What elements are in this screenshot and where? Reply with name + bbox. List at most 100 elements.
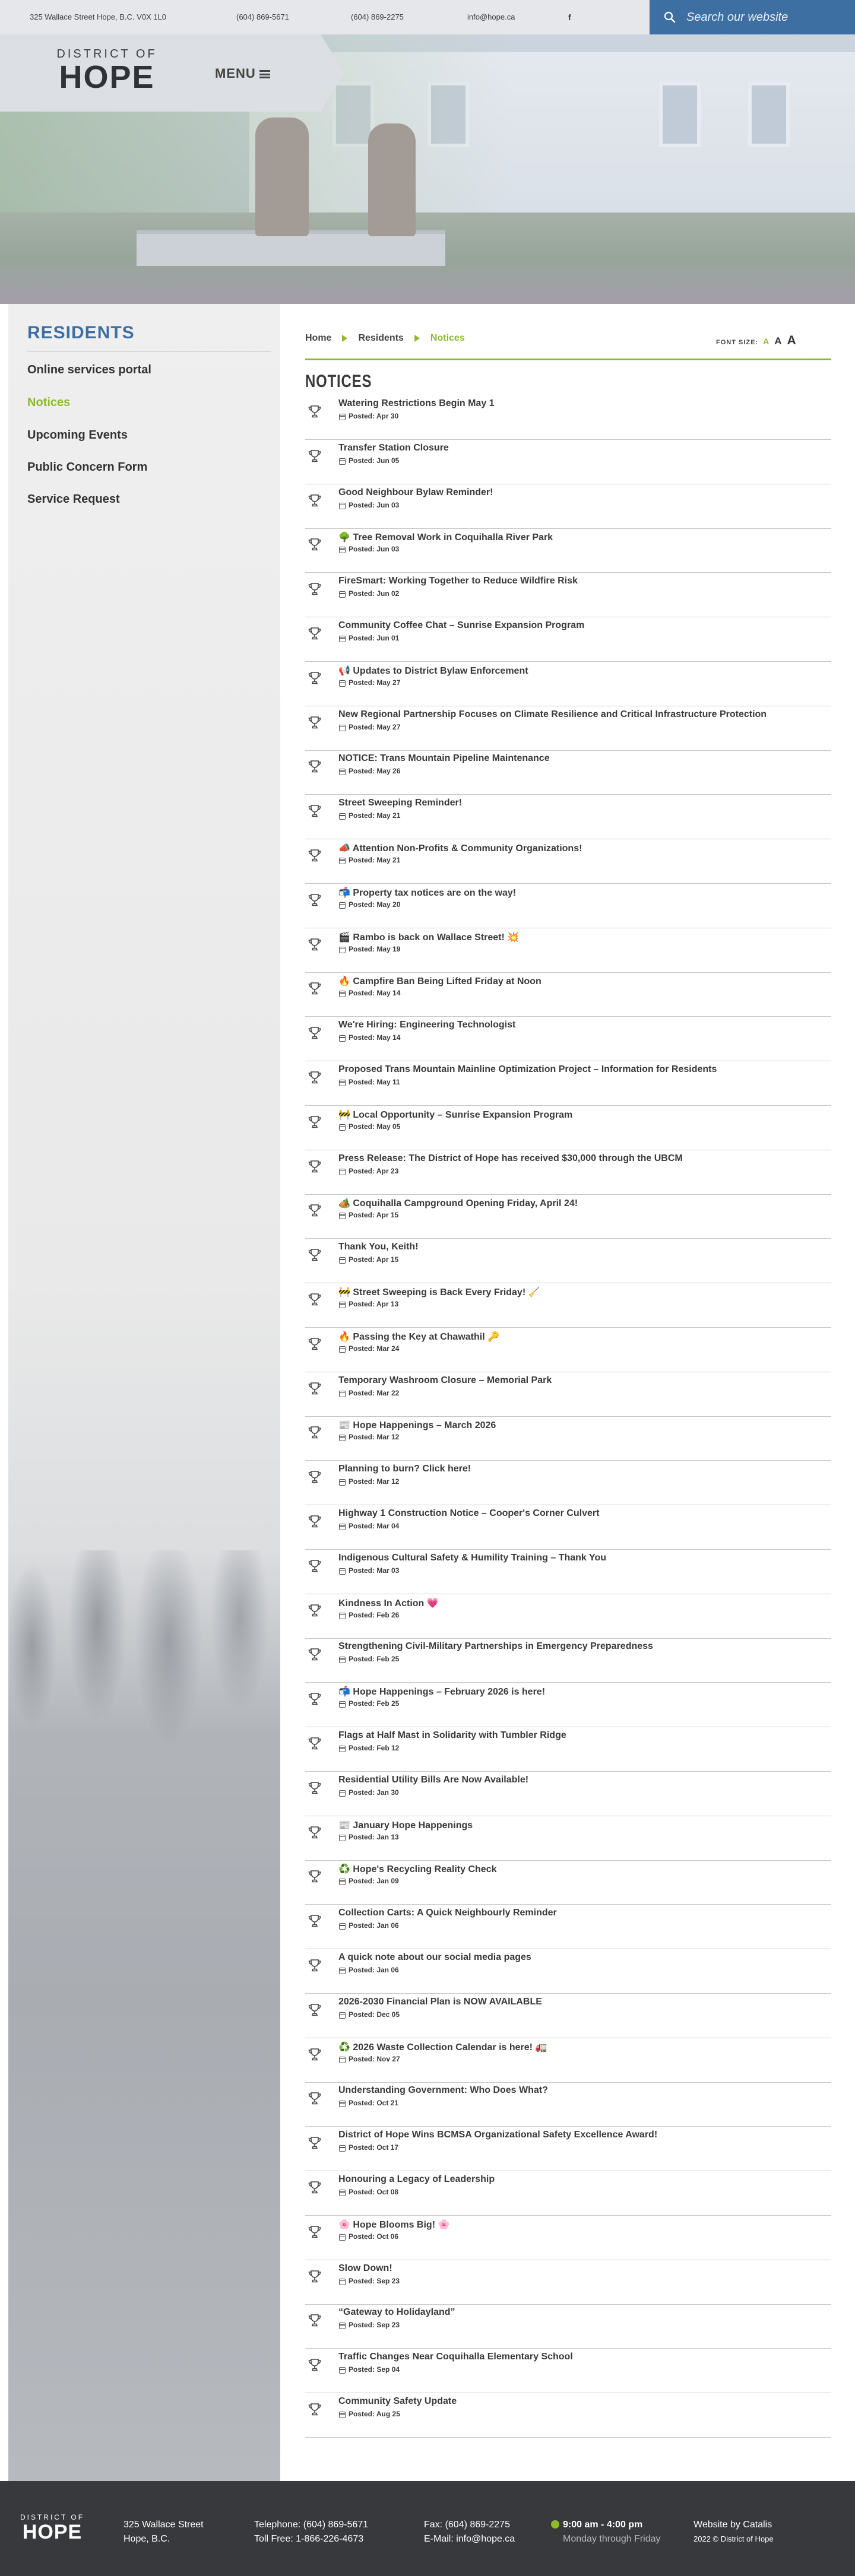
notice-title-link[interactable]: 📬 Hope Happenings – February 2026 is her… [338,1686,545,1698]
notice-row[interactable]: Planning to burn? Click here! Posted: Mar… [305,1461,831,1506]
notice-row[interactable]: NOTICE: Trans Mountain Pipeline Maintena… [305,750,831,795]
notice-title-link[interactable]: NOTICE: Trans Mountain Pipeline Maintena… [338,753,550,764]
footer-tollfree-link[interactable]: Toll Free: 1-866-226-4673 [254,2532,368,2546]
notice-title-link[interactable]: Planning to burn? Click here! [338,1464,471,1474]
notice-title-link[interactable]: 🏕️ Coquihalla Campground Opening Friday,… [338,1197,578,1209]
notice-row[interactable]: ♻️ Hope's Recycling Reality Check Posted:… [305,1860,831,1905]
notice-row[interactable]: Press Release: The District of Hope has … [305,1150,831,1195]
notice-title-link[interactable]: Watering Restrictions Begin May 1 [338,398,495,409]
notice-title-link[interactable]: Good Neighbour Bylaw Reminder! [338,487,493,498]
notice-title-link[interactable]: Transfer Station Closure [338,443,449,453]
notice-row[interactable]: A quick note about our social media page… [305,1949,831,1994]
footer-credit-link[interactable]: Website by Catalis [694,2518,774,2532]
notice-title-link[interactable]: ♻️ 2026 Waste Collection Calendar is her… [338,2041,547,2053]
notice-row[interactable]: 📬 Property tax notices are on the way! Po… [305,884,831,928]
search-icon[interactable] [664,11,676,23]
notice-row[interactable]: Slow Down! Posted: Sep 23 [305,2260,831,2305]
notice-title-link[interactable]: Residential Utility Bills Are Now Availa… [338,1775,528,1785]
notice-row[interactable]: 📰 Hope Happenings – March 2026 Posted: Ma… [305,1416,831,1461]
breadcrumb-residents[interactable]: Residents [358,333,403,343]
notice-title-link[interactable]: 📣 Attention Non-Profits & Community Orga… [338,842,582,854]
notice-row[interactable]: Highway 1 Construction Notice – Cooper's… [305,1505,831,1550]
district-logo[interactable]: DISTRICT OF HOPE [52,47,162,107]
notice-title-link[interactable]: 🚧 Street Sweeping is Back Every Friday! … [338,1286,540,1298]
notice-row[interactable]: 🔥 Passing the Key at Chawathil 🔑 Posted: … [305,1328,831,1372]
notice-title-link[interactable]: Indigenous Cultural Safety & Humility Tr… [338,1553,606,1563]
search-input[interactable] [686,6,847,28]
notice-title-link[interactable]: Understanding Government: Who Does What? [338,2085,548,2096]
notice-row[interactable]: 🔥 Campfire Ban Being Lifted Friday at No… [305,972,831,1017]
notice-title-link[interactable]: Slow Down! [338,2263,392,2274]
notice-row[interactable]: Flags at Half Mast in Solidarity with Tu… [305,1727,831,1772]
notice-title-link[interactable]: District of Hope Wins BCMSA Organization… [338,2130,657,2140]
notice-title-link[interactable]: 🌸 Hope Blooms Big! 🌸 [338,2219,449,2231]
notice-title-link[interactable]: Strengthening Civil-Military Partnership… [338,1641,653,1652]
notice-row[interactable]: Understanding Government: Who Does What?… [305,2082,831,2127]
font-size-small-button[interactable]: A [763,337,770,346]
notice-title-link[interactable]: Flags at Half Mast in Solidarity with Tu… [338,1730,566,1741]
notice-row[interactable]: 🚧 Local Opportunity – Sunrise Expansion … [305,1106,831,1150]
fax-link[interactable]: (604) 869-2275 [351,0,404,34]
footer-email-link[interactable]: E-Mail: info@hope.ca [424,2532,515,2546]
phone-link[interactable]: (604) 869-5671 [236,0,289,34]
notice-row[interactable]: Community Safety Update Posted: Aug 25 [305,2393,831,2438]
notice-title-link[interactable]: We're Hiring: Engineering Technologist [338,1020,515,1030]
notice-title-link[interactable]: Thank You, Keith! [338,1242,419,1252]
facebook-icon[interactable]: f [568,0,571,34]
notice-title-link[interactable]: 🎬 Rambo is back on Wallace Street! 💥 [338,931,519,943]
sidebar-item-online-services[interactable]: Online services portal [27,363,151,377]
notice-row[interactable]: Residential Utility Bills Are Now Availa… [305,1772,831,1816]
notice-row[interactable]: Traffic Changes Near Coquihalla Elementa… [305,2349,831,2394]
notice-title-link[interactable]: New Regional Partnership Focuses on Clim… [338,709,767,720]
notice-row[interactable]: We're Hiring: Engineering Technologist Po… [305,1017,831,1062]
font-size-large-button[interactable]: A [787,334,797,348]
notice-title-link[interactable]: Traffic Changes Near Coquihalla Elementa… [338,2352,573,2362]
notice-row[interactable]: New Regional Partnership Focuses on Clim… [305,706,831,751]
notice-row[interactable]: Community Coffee Chat – Sunrise Expansio… [305,617,831,662]
notice-row[interactable]: “Gateway to Holidayland” Posted: Sep 23 [305,2304,831,2349]
notice-title-link[interactable]: Temporary Washroom Closure – Memorial Pa… [338,1375,552,1386]
notice-row[interactable]: 📣 Attention Non-Profits & Community Orga… [305,839,831,884]
notice-row[interactable]: 🌸 Hope Blooms Big! 🌸 Posted: Oct 06 [305,2216,831,2260]
search-box[interactable] [650,0,855,34]
notice-title-link[interactable]: Collection Carts: A Quick Neighbourly Re… [338,1908,557,1918]
notice-row[interactable]: Proposed Trans Mountain Mainline Optimiz… [305,1061,831,1106]
notice-row[interactable]: 🎬 Rambo is back on Wallace Street! 💥 Post… [305,928,831,973]
notice-title-link[interactable]: Community Coffee Chat – Sunrise Expansio… [338,620,584,631]
notice-row[interactable]: 🌳 Tree Removal Work in Coquihalla River … [305,528,831,573]
notice-title-link[interactable]: Press Release: The District of Hope has … [338,1153,683,1164]
footer-telephone-link[interactable]: Telephone: (604) 869-5671 [254,2518,368,2532]
notice-row[interactable]: 2026-2030 Financial Plan is NOW AVAILABL… [305,1994,831,2038]
font-size-medium-button[interactable]: A [774,335,782,347]
notice-title-link[interactable]: Highway 1 Construction Notice – Cooper's… [338,1508,599,1519]
sidebar-item-service-request[interactable]: Service Request [27,493,120,506]
notice-title-link[interactable]: Street Sweeping Reminder! [338,798,462,808]
notice-row[interactable]: 🚧 Street Sweeping is Back Every Friday! … [305,1283,831,1328]
notice-title-link[interactable]: 📢 Updates to District Bylaw Enforcement [338,665,528,677]
notice-row[interactable]: Good Neighbour Bylaw Reminder! Posted: Ju… [305,484,831,529]
notice-row[interactable]: Honouring a Legacy of Leadership Posted: … [305,2171,831,2216]
notice-row[interactable]: Kindness In Action 💗 Posted: Feb 26 [305,1594,831,1639]
notice-title-link[interactable]: 📰 January Hope Happenings [338,1819,473,1831]
notice-title-link[interactable]: A quick note about our social media page… [338,1952,531,1963]
notice-row[interactable]: 🏕️ Coquihalla Campground Opening Friday,… [305,1194,831,1239]
notice-row[interactable]: Transfer Station Closure Posted: Jun 05 [305,440,831,484]
notice-title-link[interactable]: Kindness In Action 💗 [338,1597,439,1609]
sidebar-item-notices[interactable]: Notices [27,396,70,410]
sidebar-item-upcoming-events[interactable]: Upcoming Events [27,429,128,442]
notice-row[interactable]: Strengthening Civil-Military Partnership… [305,1638,831,1683]
notice-title-link[interactable]: “Gateway to Holidayland” [338,2307,455,2318]
notice-title-link[interactable]: 🚧 Local Opportunity – Sunrise Expansion … [338,1109,572,1121]
notice-title-link[interactable]: Proposed Trans Mountain Mainline Optimiz… [338,1064,717,1075]
notice-row[interactable]: Thank You, Keith! Posted: Apr 15 [305,1239,831,1284]
menu-button[interactable]: MENU [215,63,270,84]
notice-row[interactable]: Street Sweeping Reminder! Posted: May 21 [305,795,831,840]
notice-row[interactable]: District of Hope Wins BCMSA Organization… [305,2127,831,2172]
notice-title-link[interactable]: Honouring a Legacy of Leadership [338,2174,495,2185]
notice-row[interactable]: 📰 January Hope Happenings Posted: Jan 13 [305,1816,831,1861]
notice-title-link[interactable]: FireSmart: Working Together to Reduce Wi… [338,576,578,586]
notice-row[interactable]: FireSmart: Working Together to Reduce Wi… [305,573,831,618]
notice-row[interactable]: 📢 Updates to District Bylaw Enforcement P… [305,662,831,706]
notice-row[interactable]: Watering Restrictions Begin May 1 Posted:… [305,395,831,440]
notice-title-link[interactable]: 🔥 Passing the Key at Chawathil 🔑 [338,1331,499,1343]
